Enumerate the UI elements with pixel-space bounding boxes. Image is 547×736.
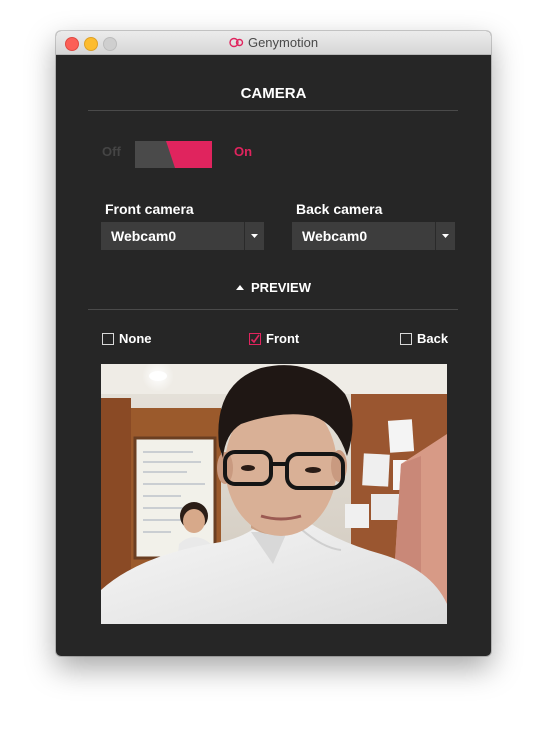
- caret-down-icon[interactable]: [245, 222, 264, 250]
- front-checkbox[interactable]: [249, 332, 261, 345]
- toggle-on-label[interactable]: On: [234, 144, 252, 159]
- caret-down-icon[interactable]: [436, 222, 455, 250]
- back-camera-value: Webcam0: [302, 228, 368, 244]
- title-bar[interactable]: Genymotion: [56, 31, 491, 55]
- front-camera-value: Webcam0: [111, 228, 177, 244]
- front-camera-label: Front camera: [105, 201, 194, 217]
- preview-option-none-label: None: [119, 331, 152, 346]
- checkmark-icon: [250, 334, 260, 343]
- toggle-off-label[interactable]: Off: [102, 144, 121, 159]
- back-camera-select[interactable]: Webcam0: [292, 222, 455, 250]
- preview-option-back[interactable]: Back: [400, 331, 448, 346]
- preview-option-front-label: Front: [266, 331, 300, 346]
- genymotion-logo-icon: [229, 37, 244, 48]
- camera-on-off-switch[interactable]: [135, 141, 212, 168]
- triangle-up-icon: [236, 285, 245, 290]
- back-checkbox[interactable]: [400, 332, 412, 345]
- none-checkbox[interactable]: [102, 332, 114, 345]
- camera-heading: CAMERA: [240, 85, 307, 102]
- front-camera-select[interactable]: Webcam0: [101, 222, 264, 250]
- back-camera-label: Back camera: [296, 201, 383, 217]
- camera-preview-image: [101, 364, 447, 624]
- preview-option-none[interactable]: None: [102, 331, 152, 346]
- preview-option-back-label: Back: [417, 331, 449, 346]
- preview-collapse-toggle[interactable]: PREVIEW: [56, 280, 491, 295]
- window-title: Genymotion: [247, 35, 319, 50]
- webcam-feed-illustration: [101, 364, 447, 624]
- preview-option-front[interactable]: Front: [249, 331, 299, 346]
- preview-heading: PREVIEW: [251, 280, 311, 295]
- preview-divider: [88, 309, 458, 310]
- genymotion-window: Genymotion CAMERA Off On Front camera We…: [56, 31, 491, 656]
- window-title-group: Genymotion: [56, 31, 491, 54]
- camera-divider: [88, 110, 458, 111]
